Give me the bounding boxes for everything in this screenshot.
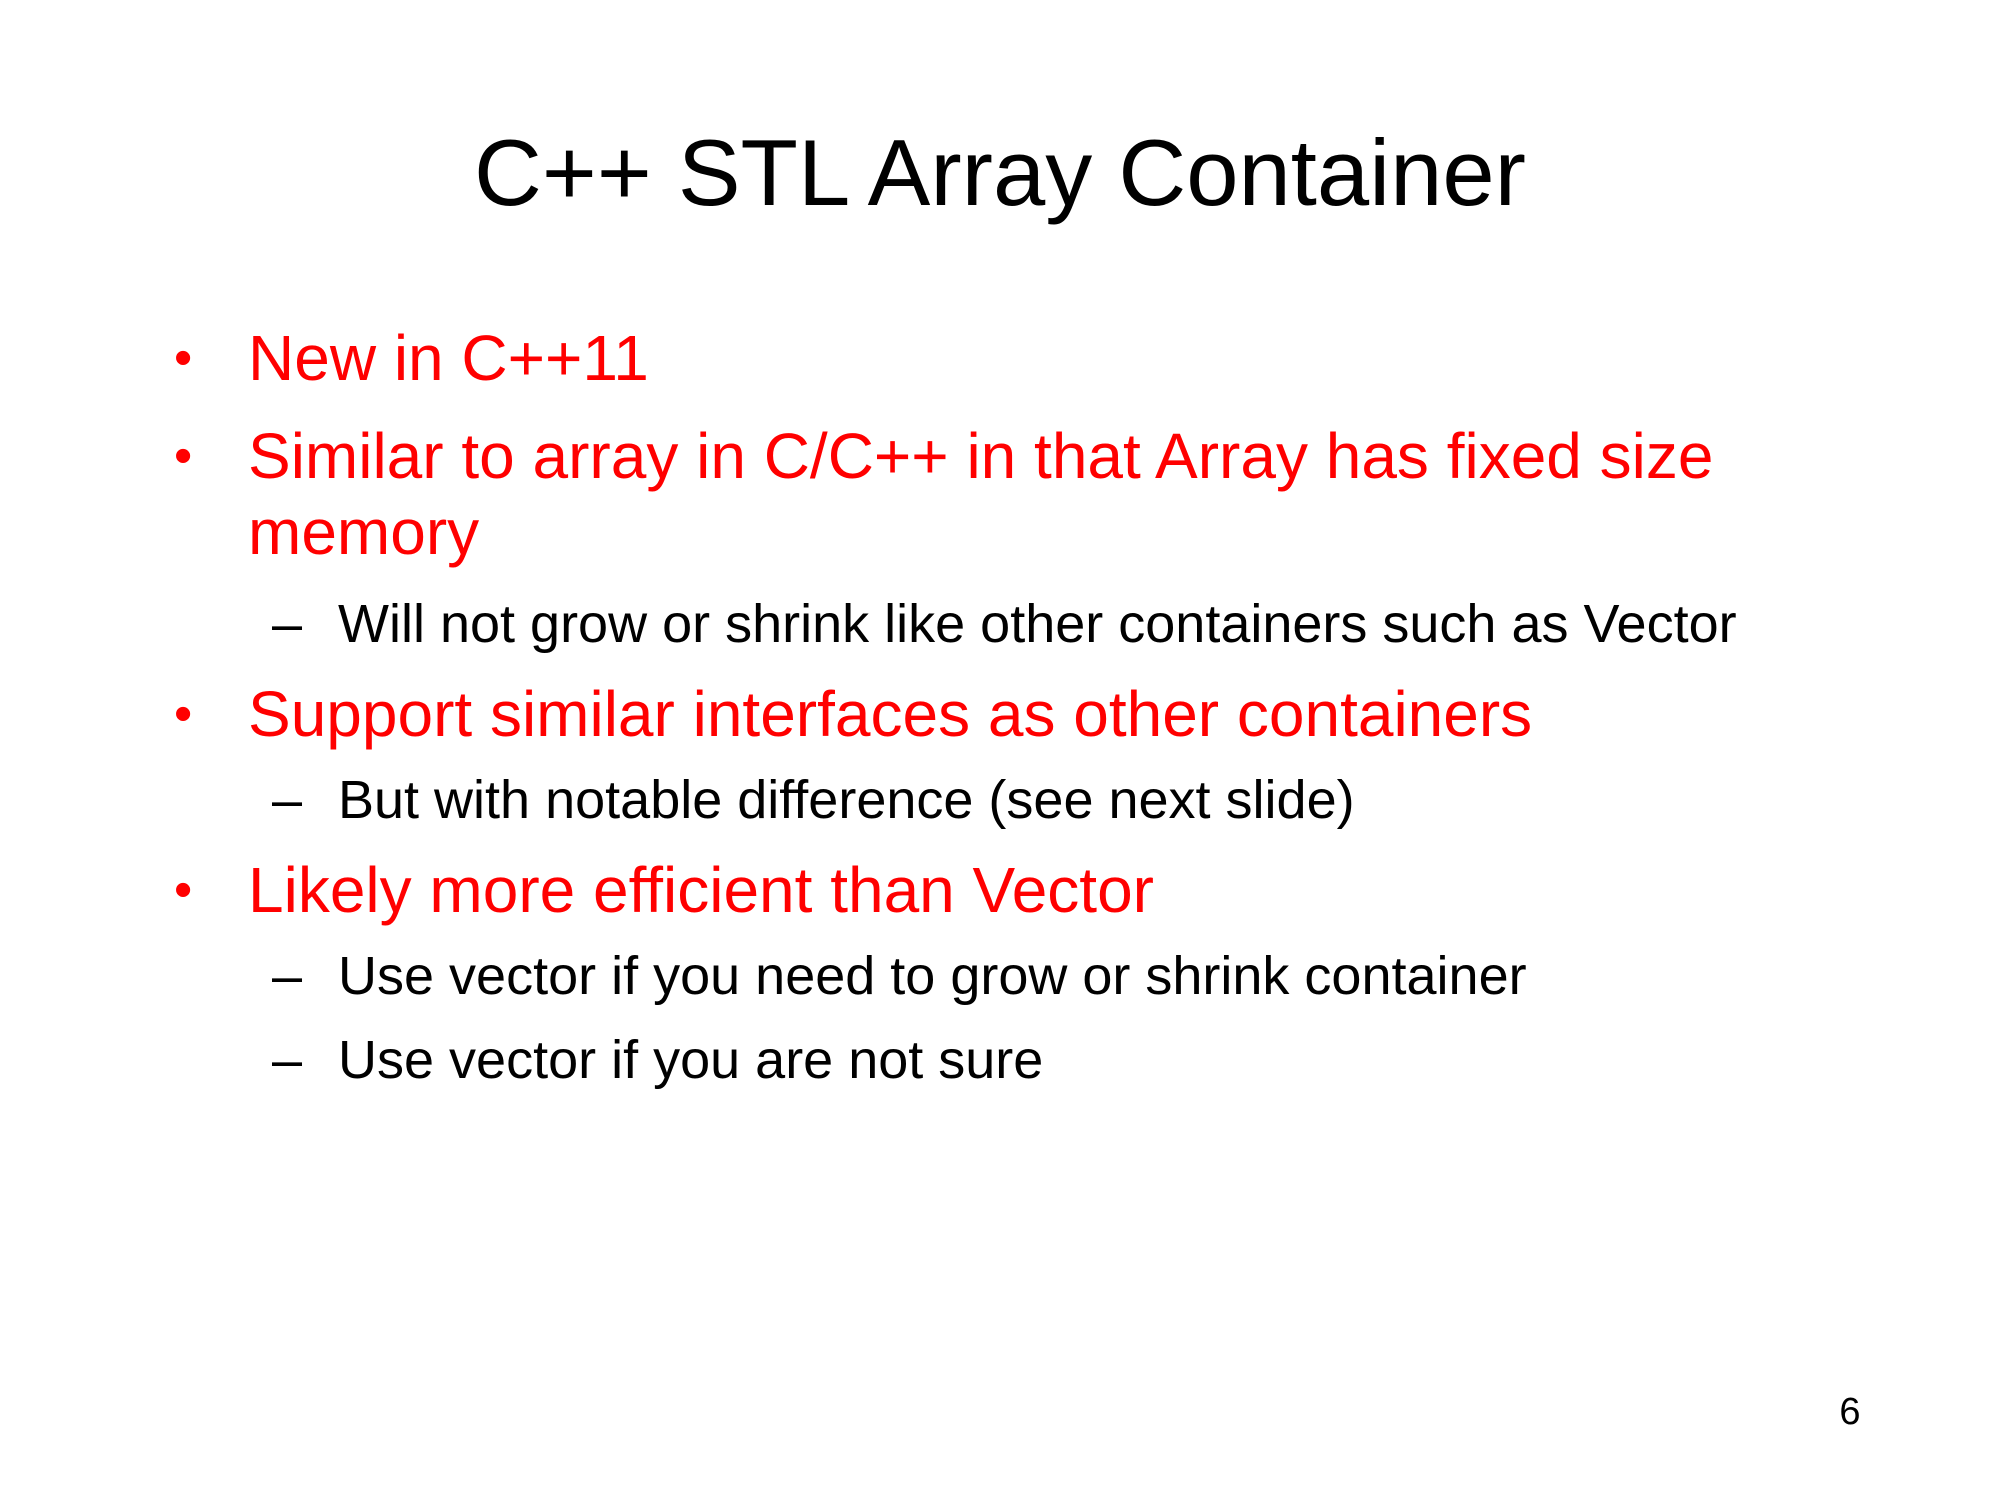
bullet-marker: • (174, 685, 193, 743)
sub-bullet-text: Use vector if you are not sure (338, 1030, 1044, 1090)
bullet-text: New in C++11 (248, 322, 649, 394)
sub-bullet-marker: – (272, 1030, 303, 1090)
slide: C++ STL Array Container • New in C++11 •… (0, 0, 2000, 1500)
sub-bullet-text: Will not grow or shrink like other conta… (338, 594, 1737, 654)
bullet-marker: • (174, 861, 193, 919)
bullet-text: Likely more efficient than Vector (248, 854, 1154, 926)
sub-bullet-text: Use vector if you need to grow or shrink… (338, 946, 1527, 1006)
bullet-text: Support similar interfaces as other cont… (248, 678, 1533, 750)
sub-bullet-marker: – (272, 946, 303, 1006)
bullet-text: Similar to array in C/C++ in that Array … (248, 420, 1714, 568)
sub-bullet-text: But with notable difference (see next sl… (338, 770, 1355, 830)
bullet-marker: • (174, 329, 193, 387)
bullet-marker: • (174, 427, 193, 485)
page-number: 6 (1839, 1391, 1861, 1433)
sub-bullet-marker: – (272, 594, 303, 654)
sub-bullet-marker: – (272, 770, 303, 830)
slide-title: C++ STL Array Container (474, 120, 1526, 225)
